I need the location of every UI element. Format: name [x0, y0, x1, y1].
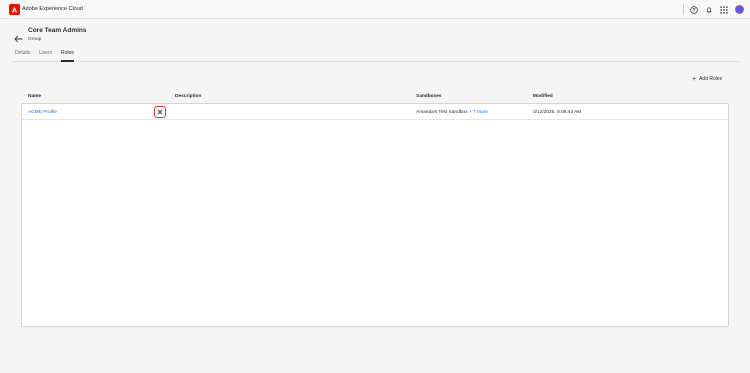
top-bar: Adobe Experience Cloud [0, 0, 750, 19]
adobe-logo-icon[interactable] [9, 4, 20, 15]
role-sandboxes: Amanda's Test Sandbox + 7 more [416, 110, 488, 115]
help-icon[interactable] [689, 5, 698, 14]
arrow-left-icon[interactable] [14, 30, 23, 43]
remove-role-button[interactable] [154, 106, 166, 118]
add-roles-button[interactable]: + Add Roles [692, 75, 722, 83]
avatar[interactable] [735, 5, 744, 14]
roles-table: ACME Profile Amanda's Test Sandbox + 7 m… [21, 103, 729, 327]
plus-icon: + [692, 75, 697, 83]
active-tab-indicator [61, 60, 74, 62]
more-sandboxes-link[interactable]: + 7 more [469, 110, 488, 115]
add-roles-label: Add Roles [699, 76, 723, 82]
apps-grid-icon[interactable] [719, 5, 728, 14]
column-header-name[interactable]: Name [28, 94, 41, 99]
tab-users[interactable]: Users [39, 50, 52, 56]
app-title[interactable]: Adobe Experience Cloud [22, 6, 83, 12]
bell-icon[interactable] [704, 5, 713, 14]
tab-roles[interactable]: Roles [61, 50, 74, 56]
role-name-link[interactable]: ACME Profile [28, 110, 57, 115]
role-modified: 3/12/2025, 9:06:43 AM [533, 110, 582, 115]
page-title: Core Team Admins [28, 27, 87, 34]
close-icon [157, 109, 163, 115]
tab-details[interactable]: Details [15, 50, 30, 56]
divider [683, 4, 684, 15]
sandbox-name: Amanda's Test Sandbox [416, 110, 468, 115]
tabs-divider [12, 61, 739, 62]
column-header-sandboxes[interactable]: Sandboxes [416, 94, 442, 99]
column-header-modified[interactable]: Modified [533, 94, 553, 99]
column-header-description[interactable]: Description [175, 94, 201, 99]
table-row[interactable]: ACME Profile Amanda's Test Sandbox + 7 m… [22, 104, 728, 120]
page-subtitle: Group [28, 37, 42, 42]
